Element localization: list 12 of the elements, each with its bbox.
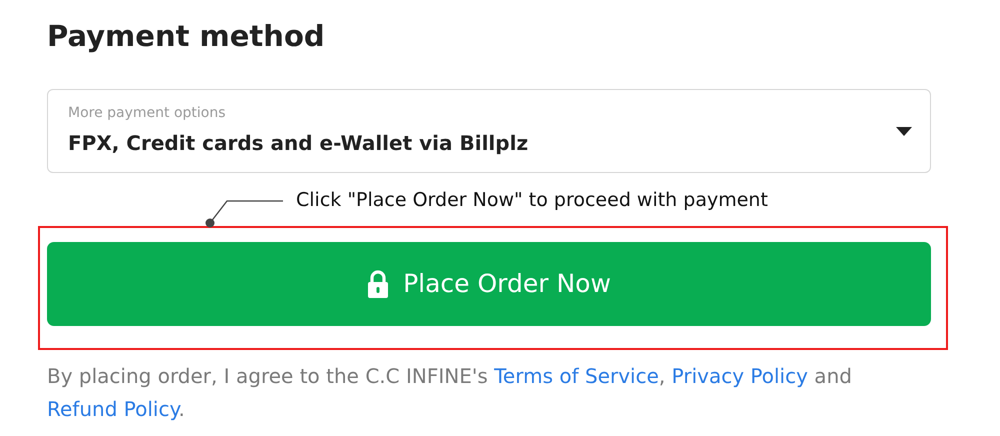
callout-text: Click "Place Order Now" to proceed with payment	[296, 188, 768, 213]
place-order-button[interactable]: Place Order Now	[47, 242, 931, 326]
payment-dropdown[interactable]: More payment options FPX, Credit cards and e-Wallet via Billplz	[47, 89, 931, 173]
caret-icon	[896, 126, 912, 136]
section-title: Payment method	[47, 18, 325, 55]
terms-text: By placing order, I agree to the C.C INFINE's Terms of Service, Privacy Policy and Refund Policy.	[47, 363, 853, 423]
lock-icon	[367, 270, 390, 298]
dropdown-label: More payment options	[68, 104, 226, 122]
terms-link[interactable]: Terms of Service	[494, 364, 659, 388]
terms-link[interactable]: Privacy Policy	[672, 364, 808, 388]
dropdown-value: FPX, Credit cards and e-Wallet via Billplz	[68, 130, 528, 157]
terms-link[interactable]: Refund Policy	[47, 397, 178, 421]
